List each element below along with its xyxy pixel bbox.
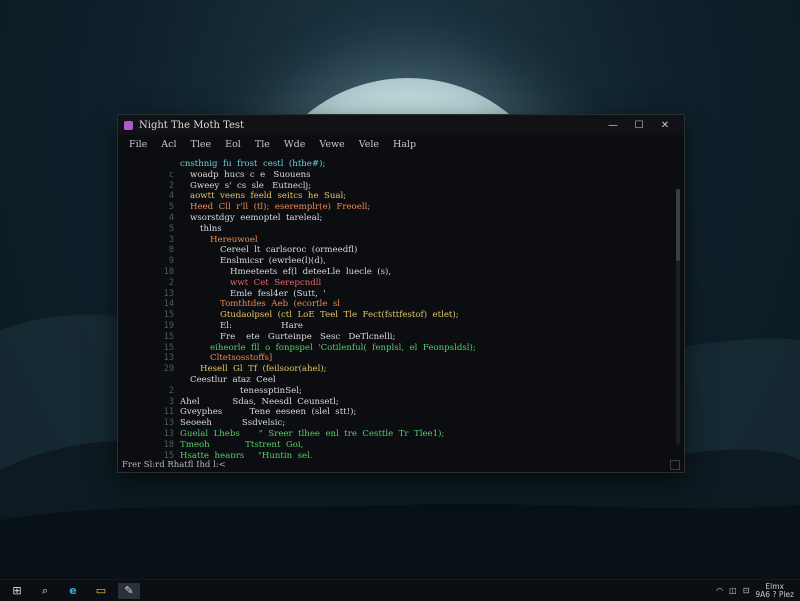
menu-selection[interactable]: Eol <box>225 139 241 150</box>
menu-file[interactable]: File <box>129 139 147 150</box>
title-bar[interactable]: Night The Moth Test — ☐ ✕ <box>118 115 684 135</box>
line-number <box>118 159 174 170</box>
code-line: Fre ete Gurteinpe Sesc DeTlcnelli; <box>220 331 396 342</box>
browser-icon[interactable]: e <box>62 583 84 599</box>
line-number <box>118 375 174 386</box>
code-line: wwt Cet Serepcndll <box>230 277 322 288</box>
maximize-button[interactable]: ☐ <box>626 120 652 131</box>
menu-view[interactable]: Tlee <box>191 139 212 150</box>
minimize-button[interactable]: — <box>600 120 626 131</box>
menu-bar: File Acl Tlee Eol Tle Wde Vewe Vele Halp <box>118 135 684 153</box>
line-number: 4 <box>168 191 174 202</box>
code-line: Tomthtdes Aeb (ecortle sl <box>220 299 340 310</box>
file-explorer-icon[interactable]: ▭ <box>90 583 112 599</box>
line-number: 4 <box>168 212 174 223</box>
tray-network-icon[interactable]: ◠ <box>716 586 723 595</box>
line-number: 2 <box>168 277 174 288</box>
code-line: Ahel Sdas, Neesdl Ceunsetl; <box>180 396 339 407</box>
tray-display-icon[interactable]: ◫ <box>729 586 737 595</box>
code-line: aowtt veens feeld seitcs he Sual; <box>190 191 347 202</box>
clock-date: 9A6 ? Plez <box>755 589 794 599</box>
code-line: Guelal Lhebs " Sreer tlhee enl tre Cestt… <box>180 428 445 439</box>
app-icon <box>124 120 133 130</box>
code-area[interactable]: cnsthnig fu frost cestl (hthe#); woadp hu… <box>180 159 684 458</box>
line-number: 9 <box>168 256 174 267</box>
menu-help[interactable]: Halp <box>393 139 416 150</box>
taskbar: ⊞ ⌕ e ▭ ✎ ◠ ◫ ⊡ Elmx 9A6 ? Plez <box>0 579 800 601</box>
code-line: Hesell Gl Tf (feilsoor(ahel); <box>200 364 327 375</box>
close-button[interactable]: ✕ <box>652 120 678 131</box>
line-number: 5 <box>168 223 174 234</box>
line-number: 5 <box>168 202 174 213</box>
code-line: tenessptinSel; <box>240 385 302 396</box>
code-line: Emle fesl4er (Sutt, ' <box>230 288 326 299</box>
editor-window: Night The Moth Test — ☐ ✕ File Acl Tlee … <box>117 114 685 473</box>
line-number: 13 <box>163 418 174 429</box>
code-line: wsorstdgy eemoptel tareleal; <box>190 212 323 223</box>
code-line: thlns <box>200 223 222 234</box>
line-number: 15 <box>163 310 174 321</box>
line-number: 18 <box>163 439 174 450</box>
code-line: Hmeeteets ef(l deteeLle luecle (s), <box>230 266 392 277</box>
code-line: Heed Cll r'll (tl); eseremplr(e) Freoell… <box>190 202 371 213</box>
resize-grip-icon[interactable] <box>670 460 680 470</box>
line-number: 19 <box>163 320 174 331</box>
tray-volume-icon[interactable]: ⊡ <box>743 586 750 595</box>
code-line: cnsthnig fu frost cestl (hthe#); <box>180 159 326 169</box>
code-line: Gtudaolpsel (ctl LoE Teel Tle Fect(fsttf… <box>220 310 459 321</box>
code-line: Cereel lt carlsoroc (ormeedfl) <box>220 245 358 256</box>
code-editor[interactable]: c 2 4 5 4 5 3 8 9 10 2 13 14 15 19 15 15 13 29 2 3 11 13 13 18 15… <box>118 153 684 458</box>
line-number: 15 <box>163 331 174 342</box>
code-line: Enslmicsr (ewrlee(l)(d), <box>220 256 326 267</box>
line-number: 15 <box>163 450 174 458</box>
line-number: 10 <box>163 266 174 277</box>
search-icon[interactable]: ⌕ <box>34 583 56 599</box>
line-number: 13 <box>163 288 174 299</box>
editor-taskbar-icon[interactable]: ✎ <box>118 582 140 599</box>
code-line: Tmeoh Ttstrent Goi, <box>180 439 304 450</box>
code-line: Cltetsosstoffs] <box>210 353 273 364</box>
line-number-gutter: c 2 4 5 4 5 3 8 9 10 2 13 14 15 19 15 15 13 29 2 3 11 13 13 18 15… <box>118 159 180 458</box>
window-title: Night The Moth Test <box>139 119 245 131</box>
menu-preferences[interactable]: Vele <box>359 139 379 150</box>
line-number: 3 <box>168 396 174 407</box>
code-line: Hsatte heaprs "Huntin sel, <box>180 450 313 458</box>
line-number: 14 <box>163 299 174 310</box>
line-number: 2 <box>168 180 174 191</box>
taskbar-clock[interactable]: Elmx 9A6 ? Plez <box>755 582 794 599</box>
line-number: 29 <box>163 364 174 375</box>
menu-find[interactable]: Tle <box>255 139 270 150</box>
code-line: Hereuwoel <box>210 234 258 245</box>
code-line: eiheorle fll o fonpspel 'Cotilenful( fen… <box>210 342 476 353</box>
line-number: 8 <box>168 245 174 256</box>
menu-project[interactable]: Vewe <box>319 139 344 150</box>
line-number: 15 <box>163 342 174 353</box>
code-line: woadp hucs c e Suouens <box>190 169 311 180</box>
scrollbar-thumb[interactable] <box>676 189 680 261</box>
line-number: 11 <box>163 407 174 418</box>
status-text: Frer Sl:rd Rhatfl Ihd l:< <box>122 460 226 470</box>
start-icon[interactable]: ⊞ <box>6 583 28 599</box>
menu-edit[interactable]: Acl <box>161 139 176 150</box>
menu-tools[interactable]: Wde <box>284 139 305 150</box>
line-number: c <box>168 169 174 180</box>
code-line: Gweey s' cs sle Eutneclj; <box>190 180 312 191</box>
line-number: 3 <box>168 234 174 245</box>
system-tray: ◠ ◫ ⊡ Elmx 9A6 ? Plez <box>710 582 800 599</box>
line-number: 2 <box>168 385 174 396</box>
line-number: 13 <box>163 353 174 364</box>
code-line: El: Hare <box>220 320 303 331</box>
status-bar: Frer Sl:rd Rhatfl Ihd l:< <box>118 458 684 472</box>
line-number: 13 <box>163 428 174 439</box>
code-line: Gveyphes Tene eeseen (slel stt!); <box>180 407 357 418</box>
code-line: Ceestlur ataz Ceel <box>190 374 276 385</box>
code-line: Seoeeh Ssdvelsic; <box>180 418 286 429</box>
